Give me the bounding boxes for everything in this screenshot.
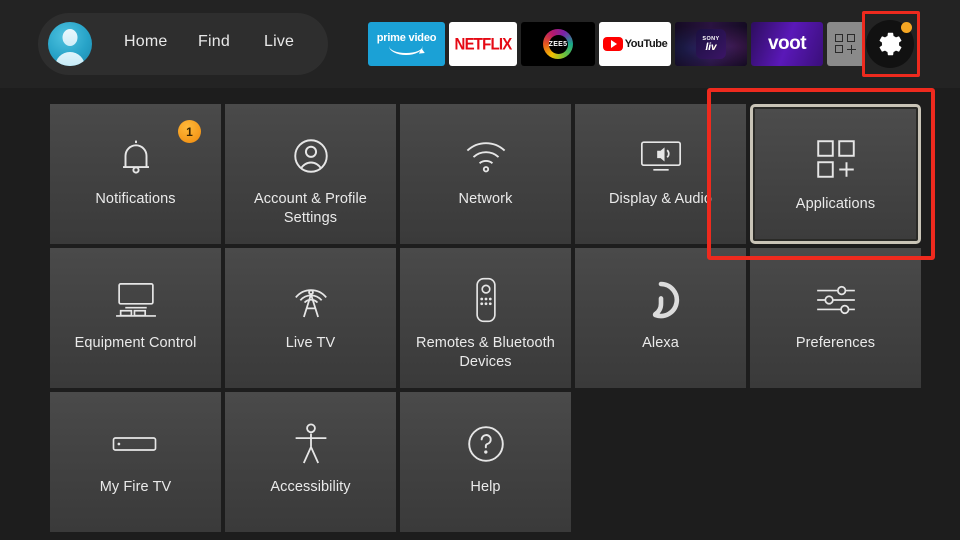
settings-tile-label: Accessibility	[270, 479, 351, 495]
youtube-label: YouTube	[624, 38, 668, 50]
settings-tile-applications[interactable]: Applications	[750, 104, 921, 244]
settings-tile-label: Remotes & Bluetooth Devices	[416, 335, 555, 370]
settings-tile-label: Display & Audio	[608, 191, 713, 207]
sony-liv-logo-icon: SONY liv	[696, 29, 726, 59]
settings-tile-help[interactable]: Help	[400, 392, 571, 532]
settings-tile-notifications[interactable]: 1 Notifications	[50, 104, 221, 244]
settings-tile-label: My Fire TV	[99, 479, 172, 495]
notifications-badge: 1	[178, 120, 201, 143]
sony-label: SONY	[702, 35, 720, 42]
tv-speaker-icon	[638, 134, 684, 178]
zee5-label: ZEE5	[548, 40, 568, 48]
nav-item-home[interactable]: Home	[124, 33, 167, 51]
settings-tile-label: Preferences	[795, 335, 876, 351]
settings-tile-label: Equipment Control	[74, 335, 197, 351]
settings-row: Equipment Control Live TV Remotes & Blue…	[50, 248, 921, 388]
top-navigation-bar: Home Find Live prime video NETFLIX ZEE5 …	[0, 0, 960, 88]
app-tile-prime-video[interactable]: prime video	[368, 22, 445, 66]
wifi-icon	[464, 134, 508, 178]
settings-grid: 1 Notifications Account & Profile Settin…	[50, 104, 921, 536]
app-tile-zee5[interactable]: ZEE5	[521, 22, 595, 66]
settings-tile-preferences[interactable]: Preferences	[750, 248, 921, 388]
settings-tile-label: Account & Profile Settings	[254, 191, 367, 226]
bell-icon	[115, 134, 157, 178]
tv-stand-icon	[113, 278, 159, 322]
settings-tile-live-tv[interactable]: Live TV	[225, 248, 396, 388]
app-tile-youtube[interactable]: YouTube	[599, 22, 671, 66]
settings-tile-label: Notifications	[95, 191, 176, 207]
nav-item-find[interactable]: Find	[198, 33, 230, 51]
netflix-label: NETFLIX	[454, 34, 513, 54]
app-tile-all-apps[interactable]	[827, 22, 865, 66]
question-circle-icon	[465, 422, 507, 466]
settings-tile-alexa[interactable]: Alexa	[575, 248, 746, 388]
apps-grid-plus-icon	[835, 34, 857, 54]
settings-notification-dot	[901, 22, 912, 33]
apps-grid-plus-icon	[815, 137, 857, 181]
settings-tile-label: Applications	[795, 196, 876, 212]
avatar-body	[55, 52, 85, 66]
person-circle-icon	[290, 134, 332, 178]
fire-tv-stick-icon	[112, 422, 160, 466]
liv-label: liv	[705, 41, 717, 53]
antenna-icon	[289, 278, 333, 322]
app-tile-sony-liv[interactable]: SONY liv	[675, 22, 747, 66]
remote-control-icon	[474, 277, 498, 323]
settings-tile-network[interactable]: Network	[400, 104, 571, 244]
settings-tile-label: Network	[458, 191, 513, 207]
settings-tile-label: Help	[470, 479, 501, 495]
settings-gear-button[interactable]	[866, 20, 914, 68]
app-tile-voot[interactable]: voot	[751, 22, 823, 66]
settings-tile-display-audio[interactable]: Display & Audio	[575, 104, 746, 244]
settings-row: 1 Notifications Account & Profile Settin…	[50, 104, 921, 244]
sliders-icon	[814, 278, 858, 322]
prime-swoosh-icon	[389, 46, 424, 55]
nav-item-live[interactable]: Live	[264, 33, 294, 51]
voot-label: voot	[767, 33, 807, 54]
settings-tile-accessibility[interactable]: Accessibility	[225, 392, 396, 532]
alexa-ring-icon	[641, 278, 681, 322]
youtube-play-icon	[602, 37, 623, 51]
settings-tile-remotes-bluetooth-devices[interactable]: Remotes & Bluetooth Devices	[400, 248, 571, 388]
accessibility-person-icon	[293, 422, 329, 466]
fire-tv-settings-screen: Home Find Live prime video NETFLIX ZEE5 …	[0, 0, 960, 540]
settings-tile-equipment-control[interactable]: Equipment Control	[50, 248, 221, 388]
avatar-head	[62, 29, 78, 46]
zee5-ring-icon: ZEE5	[543, 29, 573, 59]
settings-tile-label: Alexa	[642, 335, 679, 351]
app-tile-netflix[interactable]: NETFLIX	[449, 22, 517, 66]
settings-tile-label: Live TV	[285, 335, 336, 351]
gear-icon	[879, 32, 902, 56]
profile-avatar[interactable]	[48, 22, 92, 66]
prime-video-label: prime video	[376, 32, 437, 44]
settings-row: My Fire TV Accessibility Help	[50, 392, 921, 532]
settings-tile-my-fire-tv[interactable]: My Fire TV	[50, 392, 221, 532]
settings-tile-account-profile-settings[interactable]: Account & Profile Settings	[225, 104, 396, 244]
